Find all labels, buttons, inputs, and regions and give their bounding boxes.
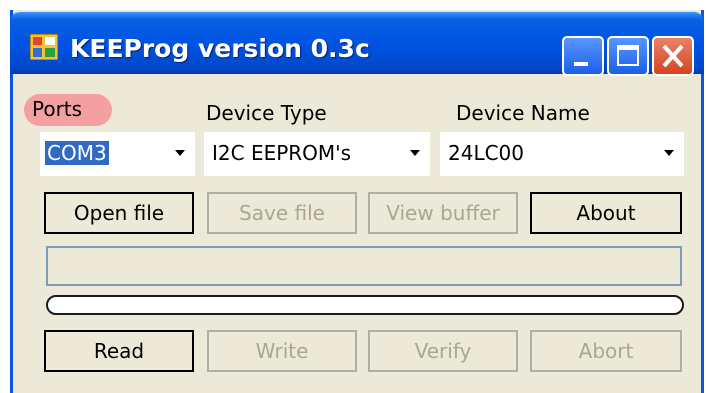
- view-buffer-label: View buffer: [386, 201, 500, 225]
- open-file-label: Open file: [73, 201, 165, 225]
- write-label: Write: [255, 339, 309, 363]
- close-icon: [662, 44, 684, 68]
- port-value: COM3: [45, 141, 109, 165]
- device-type-select[interactable]: I2C EEPROM's: [204, 132, 430, 176]
- minimize-button[interactable]: [562, 36, 604, 76]
- open-file-button[interactable]: Open file: [44, 192, 194, 234]
- read-button[interactable]: Read: [44, 330, 194, 372]
- chevron-down-icon[interactable]: [664, 150, 674, 156]
- device-name-label: Device Name: [456, 101, 590, 125]
- abort-label: Abort: [578, 339, 634, 363]
- minimize-icon: [574, 62, 588, 66]
- device-name-value: 24LC00: [448, 141, 525, 165]
- about-button[interactable]: About: [530, 192, 682, 234]
- write-button[interactable]: Write: [207, 330, 357, 372]
- about-label: About: [576, 201, 636, 225]
- maximize-icon: [617, 45, 639, 66]
- ports-label: Ports: [32, 97, 83, 121]
- view-buffer-button[interactable]: View buffer: [368, 192, 518, 234]
- app-icon: [30, 34, 58, 60]
- maximize-button[interactable]: [607, 36, 649, 76]
- port-select[interactable]: COM3: [40, 132, 195, 176]
- abort-button[interactable]: Abort: [530, 330, 682, 372]
- progress-bar: [46, 295, 684, 315]
- read-label: Read: [93, 339, 145, 363]
- chevron-down-icon[interactable]: [175, 150, 185, 156]
- window-title: KEEProg version 0.3c: [70, 34, 370, 63]
- verify-label: Verify: [414, 339, 472, 363]
- chevron-down-icon[interactable]: [410, 150, 420, 156]
- close-button[interactable]: [652, 36, 694, 76]
- device-name-select[interactable]: 24LC00: [440, 132, 684, 176]
- save-file-button[interactable]: Save file: [207, 192, 357, 234]
- save-file-label: Save file: [239, 201, 325, 225]
- status-field: [46, 246, 682, 286]
- device-type-label: Device Type: [206, 101, 327, 125]
- verify-button[interactable]: Verify: [368, 330, 518, 372]
- title-bar[interactable]: KEEProg version 0.3c: [10, 12, 704, 76]
- device-type-value: I2C EEPROM's: [212, 141, 352, 165]
